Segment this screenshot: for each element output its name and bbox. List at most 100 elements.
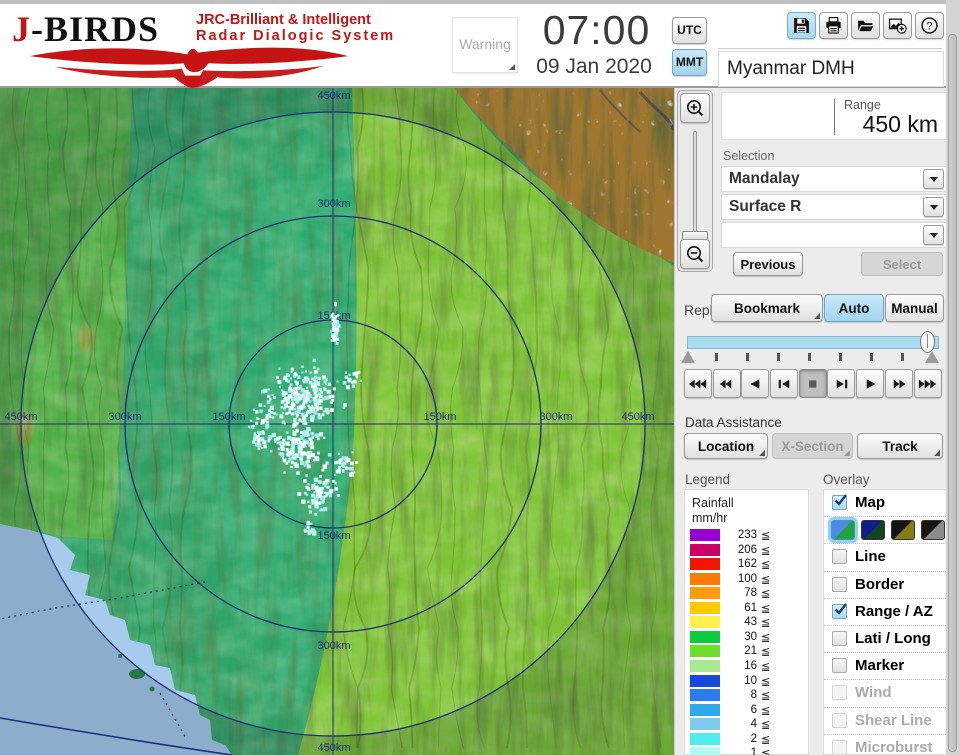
map-checkbox[interactable] [832, 494, 847, 510]
legend-value: 233 [737, 529, 757, 541]
legend-suffix: ≦ [761, 704, 771, 717]
play-reverse-button[interactable] [741, 369, 770, 398]
overlay-row-map: Map [824, 490, 946, 518]
legend-suffix: ≦ [761, 588, 771, 601]
legend-color-swatch [690, 703, 720, 716]
fast-forward-3-button[interactable] [913, 369, 942, 398]
legend-row: 233 ≦ [685, 528, 810, 542]
range-value: 450 km [862, 111, 938, 137]
slider-tick [839, 353, 842, 361]
step-back-button[interactable] [770, 369, 799, 398]
chevron-down-icon[interactable] [923, 225, 944, 245]
zoom-slider-track[interactable] [693, 131, 697, 233]
divider [718, 48, 942, 49]
save-button[interactable] [787, 12, 816, 39]
legend-suffix: ≦ [761, 748, 771, 755]
export-image-button[interactable] [883, 12, 912, 39]
stop-button[interactable] [798, 369, 827, 398]
print-button[interactable] [819, 12, 848, 39]
selection-dropdown-3[interactable] [721, 222, 947, 248]
open-folder-button[interactable] [851, 12, 880, 39]
x-section-button[interactable]: X-Section [772, 433, 853, 459]
shear-line-checkbox[interactable] [832, 712, 847, 728]
utc-timezone-button[interactable]: UTC [672, 17, 707, 44]
slider-tick [870, 353, 873, 361]
range-az-checkbox[interactable] [832, 603, 847, 619]
legend-row: 16 ≦ [685, 659, 810, 673]
legend-value: 206 [737, 543, 757, 556]
legend-suffix: ≦ [761, 631, 771, 644]
help-button[interactable]: ? [915, 12, 944, 39]
border-checkbox[interactable] [832, 576, 847, 592]
bookmark-button[interactable]: Bookmark [711, 294, 823, 322]
radar-map-canvas[interactable]: 450km 300km 150km 150km 300km 450km 450km 300km… [0, 88, 674, 755]
divider [834, 99, 835, 135]
slider-end-marker[interactable] [925, 351, 939, 363]
map-style-swatch-4[interactable] [921, 520, 945, 541]
overlay-row-line: Line [824, 544, 946, 572]
legend-color-swatch [690, 529, 720, 541]
overlay-row-wind: Wind [824, 680, 946, 708]
microburst-checkbox[interactable] [832, 739, 847, 754]
data-assistance-label: Data Assistance [685, 415, 782, 430]
fast-forward-2-button[interactable] [884, 369, 913, 398]
legend-value: 43 [744, 616, 757, 629]
legend-row: 2 ≦ [685, 732, 810, 746]
slider-tick [715, 353, 718, 361]
step-forward-button[interactable] [827, 369, 856, 398]
lati-long-checkbox[interactable] [832, 630, 847, 646]
zoom-out-icon [687, 246, 704, 263]
header-bar: J-BIRDS JRC-Brilliant & Intelligent Rada… [0, 0, 960, 88]
control-panel: Range 450 km Selection Mandalay Surface R… [674, 88, 947, 755]
wind-checkbox[interactable] [832, 685, 847, 701]
location-button[interactable]: Location [684, 433, 768, 459]
map-style-swatch-1[interactable] [831, 520, 855, 541]
help-icon: ? [921, 17, 938, 34]
map-style-swatch-3[interactable] [891, 520, 915, 541]
legend-value: 162 [737, 558, 757, 571]
legend-value: 30 [744, 630, 757, 643]
slider-tick [901, 353, 904, 361]
warning-label: Warning [459, 36, 511, 52]
auto-button[interactable]: Auto [824, 294, 884, 322]
slider-tick [777, 353, 780, 361]
legend-row: 10 ≦ [685, 674, 810, 688]
mmt-timezone-button[interactable]: MMT [672, 49, 707, 76]
fast-forward-2-icon [894, 379, 906, 388]
map-style-swatch-2[interactable] [861, 520, 885, 541]
panel-collapse-handle[interactable] [948, 34, 957, 752]
marker-checkbox[interactable] [832, 658, 847, 674]
select-button[interactable]: Select [861, 252, 943, 276]
stop-icon [809, 379, 817, 388]
station-name-field: Myanmar DMH [718, 51, 944, 87]
zoom-in-button[interactable] [680, 93, 710, 123]
track-button[interactable]: Track [857, 433, 943, 459]
svg-text:300km: 300km [317, 640, 350, 652]
slider-start-marker[interactable] [681, 351, 695, 363]
line-checkbox[interactable] [832, 549, 847, 565]
warning-button[interactable]: Warning [452, 17, 518, 73]
legend-suffix: ≦ [761, 573, 771, 586]
replay-slider-track[interactable] [687, 336, 939, 349]
legend-value: 21 [744, 645, 757, 658]
selection-dropdown-1[interactable]: Mandalay [721, 166, 947, 192]
previous-button[interactable]: Previous [733, 252, 803, 276]
logo-subtitle-1: JRC-Brilliant & Intelligent [196, 12, 371, 28]
replay-slider-handle[interactable] [920, 331, 935, 353]
legend-row: 21 ≦ [685, 644, 810, 658]
legend-value: 8 [750, 689, 757, 702]
fast-rewind-2-button[interactable] [712, 369, 741, 398]
svg-text:450km: 450km [621, 411, 654, 423]
legend-value: 2 [750, 732, 757, 745]
selection-dropdown-2[interactable]: Surface R [721, 194, 947, 220]
manual-button[interactable]: Manual [885, 294, 944, 322]
legend-color-swatch [690, 659, 720, 672]
chevron-down-icon[interactable] [923, 169, 944, 189]
fast-rewind-3-button[interactable] [684, 369, 712, 398]
overlay-item-label: Shear Line [855, 711, 932, 729]
play-button[interactable] [856, 369, 885, 398]
chevron-down-icon[interactable] [923, 197, 944, 217]
legend-value: 16 [744, 659, 757, 672]
slider-tick [746, 353, 749, 361]
zoom-out-button[interactable] [680, 239, 710, 269]
